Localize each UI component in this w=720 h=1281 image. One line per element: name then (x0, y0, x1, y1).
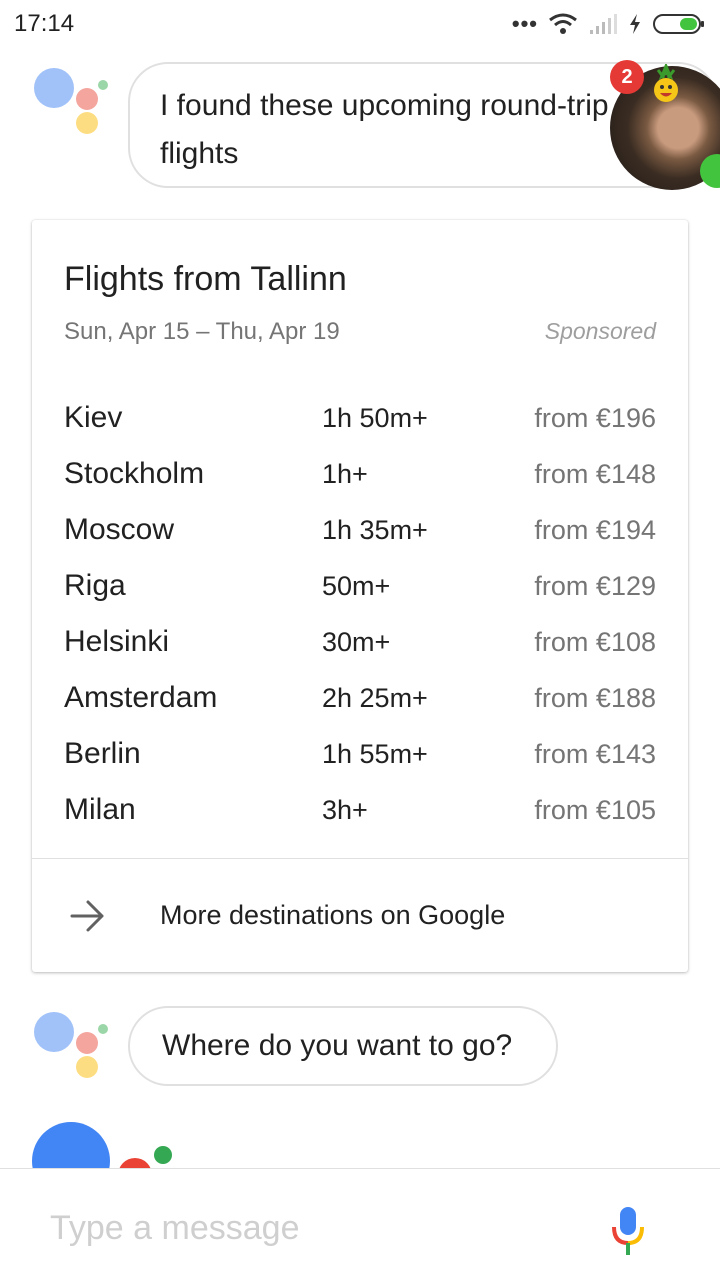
status-time: 17:14 (14, 10, 75, 37)
online-indicator (700, 154, 720, 188)
more-destinations-label: More destinations on Google (160, 900, 506, 930)
flight-price: from €188 (534, 683, 656, 713)
flight-city: Berlin (64, 737, 141, 770)
flight-price: from €129 (534, 571, 656, 601)
assistant-listening-logo (32, 1120, 182, 1170)
mic-icon[interactable] (608, 1203, 648, 1259)
signal-icon (590, 14, 617, 34)
flight-duration: 50m+ (322, 571, 391, 601)
flight-list: Kiev 1h 50m+ from €196 Stockholm 1h+ fro… (64, 390, 656, 838)
flight-row[interactable]: Stockholm 1h+ from €148 (64, 446, 656, 502)
assistant-logo (32, 1010, 112, 1080)
flight-duration: 2h 25m+ (322, 683, 428, 713)
flight-row[interactable]: Berlin 1h 55m+ from €143 (64, 726, 656, 782)
flight-city: Stockholm (64, 457, 205, 490)
charging-icon (630, 14, 640, 34)
flight-city: Riga (64, 569, 126, 602)
flight-price: from €108 (534, 627, 656, 657)
flight-city: Milan (64, 793, 136, 826)
flight-price: from €148 (534, 459, 656, 489)
assistant-question: Where do you want to go? (128, 1006, 558, 1086)
more-dots-icon: ••• (511, 11, 538, 36)
flight-city: Helsinki (64, 625, 170, 658)
flight-duration: 1h 35m+ (322, 515, 428, 545)
flight-city: Kiev (64, 401, 123, 434)
pineapple-emoji-icon (654, 64, 678, 102)
flight-duration: 1h 50m+ (322, 403, 428, 433)
travel-dates: Sun, Apr 15 – Thu, Apr 19 (64, 318, 340, 345)
flight-city: Moscow (64, 513, 175, 546)
flight-row[interactable]: Amsterdam 2h 25m+ from €188 (64, 670, 656, 726)
more-destinations-link[interactable]: More destinations on Google (32, 859, 688, 971)
flight-price: from €143 (534, 739, 656, 769)
status-bar: 17:14 ••• (0, 0, 720, 48)
flight-duration: 1h+ (322, 459, 368, 489)
flight-duration: 1h 55m+ (322, 739, 428, 769)
arrow-right-icon (70, 900, 104, 932)
flight-price: from €196 (534, 403, 656, 433)
assistant-logo (32, 66, 112, 136)
message-input[interactable] (48, 1197, 572, 1259)
flight-price: from €105 (534, 795, 656, 825)
chat-head[interactable]: 2 (608, 60, 720, 190)
wifi-icon (549, 13, 577, 34)
flight-row[interactable]: Riga 50m+ from €129 (64, 558, 656, 614)
flights-card: Flights from Tallinn Sun, Apr 15 – Thu, … (32, 220, 688, 972)
flight-row[interactable]: Kiev 1h 50m+ from €196 (64, 390, 656, 446)
flight-row[interactable]: Milan 3h+ from €105 (64, 782, 656, 838)
flight-price: from €194 (534, 515, 656, 545)
sponsored-label: Sponsored (544, 318, 656, 344)
battery-icon (653, 14, 704, 34)
status-icons: ••• (512, 10, 706, 38)
notification-badge: 2 (610, 60, 644, 94)
flight-row[interactable]: Moscow 1h 35m+ from €194 (64, 502, 656, 558)
card-title: Flights from Tallinn (64, 260, 347, 298)
flight-city: Amsterdam (64, 681, 218, 714)
flight-row[interactable]: Helsinki 30m+ from €108 (64, 614, 656, 670)
flight-duration: 30m+ (322, 627, 391, 657)
flight-duration: 3h+ (322, 795, 368, 825)
message-input-bar (0, 1168, 720, 1281)
